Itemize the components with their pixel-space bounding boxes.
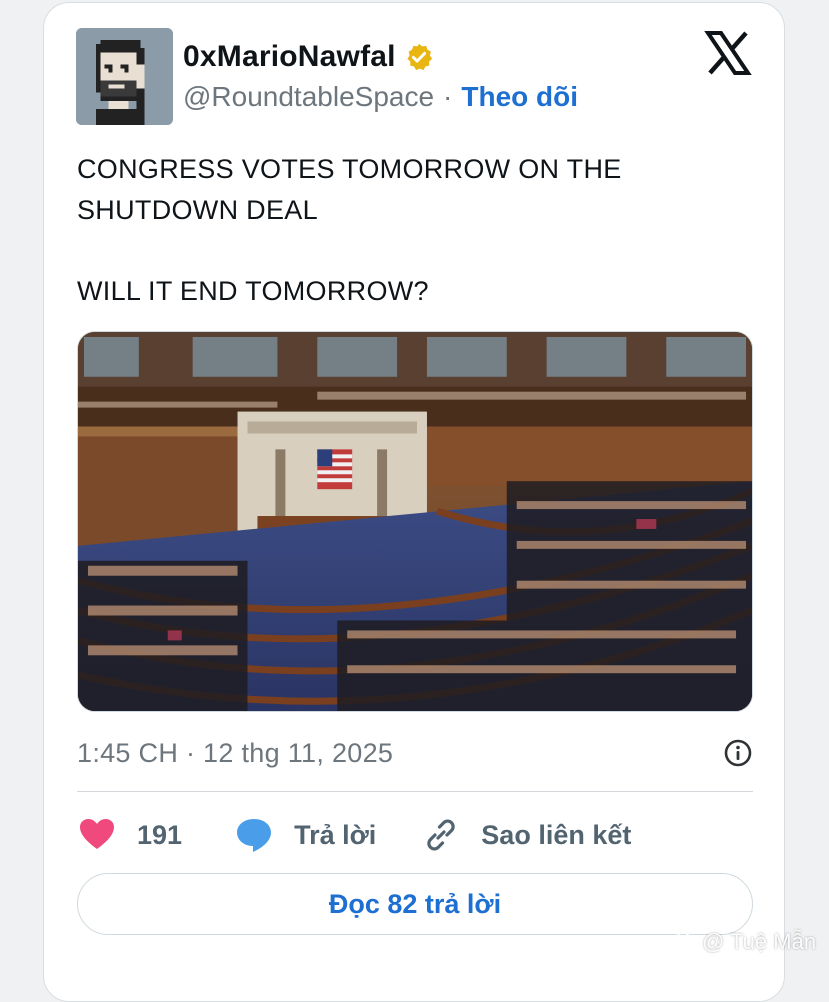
tweet-line-3: WILL IT END TOMORROW? [77, 276, 429, 306]
separator-dot: · [443, 81, 453, 112]
divider [77, 791, 753, 792]
reply-bubble-icon [237, 819, 272, 852]
tweet-line-2: SHUTDOWN DEAL [77, 195, 318, 225]
tweet-text: CONGRESS VOTES TOMORROW ON THE SHUTDOWN … [77, 149, 737, 312]
watermark-text: @ Tuệ Mẫn [702, 929, 817, 954]
x-logo-icon[interactable] [704, 29, 752, 77]
tweet-line-1: CONGRESS VOTES TOMORROW ON THE [77, 154, 622, 184]
copy-link-button[interactable]: Sao liên kết [421, 815, 631, 855]
watermark: @ Tuệ Mẫn [668, 924, 816, 960]
author-display-name[interactable]: 0xMarioNawfal [183, 40, 396, 74]
tweet-timestamp[interactable]: 1:45 CH · 12 thg 11, 2025 [77, 738, 393, 769]
pixel-avatar-image [76, 28, 173, 125]
heart-icon [80, 819, 114, 849]
avatar[interactable] [76, 28, 173, 125]
tweet-card: 0xMarioNawfal @RoundtableSpace · Theo dõ… [43, 2, 785, 1002]
actions-bar: 191 Trả lời Sao liên kết [77, 809, 631, 861]
house-chamber-photo [78, 332, 752, 711]
like-count: 191 [137, 819, 183, 850]
link-icon [427, 819, 455, 851]
tweet-meta-row: 1:45 CH · 12 thg 11, 2025 [77, 733, 753, 773]
watermark-logo-icon [669, 928, 697, 956]
verified-badge-icon [404, 42, 434, 72]
author-name-row: 0xMarioNawfal [183, 39, 434, 75]
reply-label: Trả lời [294, 819, 377, 850]
author-handle-row: @RoundtableSpace · Theo dõi [183, 81, 578, 113]
info-icon[interactable] [723, 738, 753, 768]
author-handle[interactable]: @RoundtableSpace [183, 81, 434, 113]
follow-button[interactable]: Theo dõi [461, 81, 578, 113]
tweet-media-image[interactable] [77, 331, 753, 712]
read-replies-button[interactable]: Đọc 82 trả lời [77, 873, 753, 935]
like-button[interactable]: 191 [77, 815, 182, 855]
copy-link-label: Sao liên kết [481, 819, 632, 850]
reply-button[interactable]: Trả lời [234, 815, 376, 855]
